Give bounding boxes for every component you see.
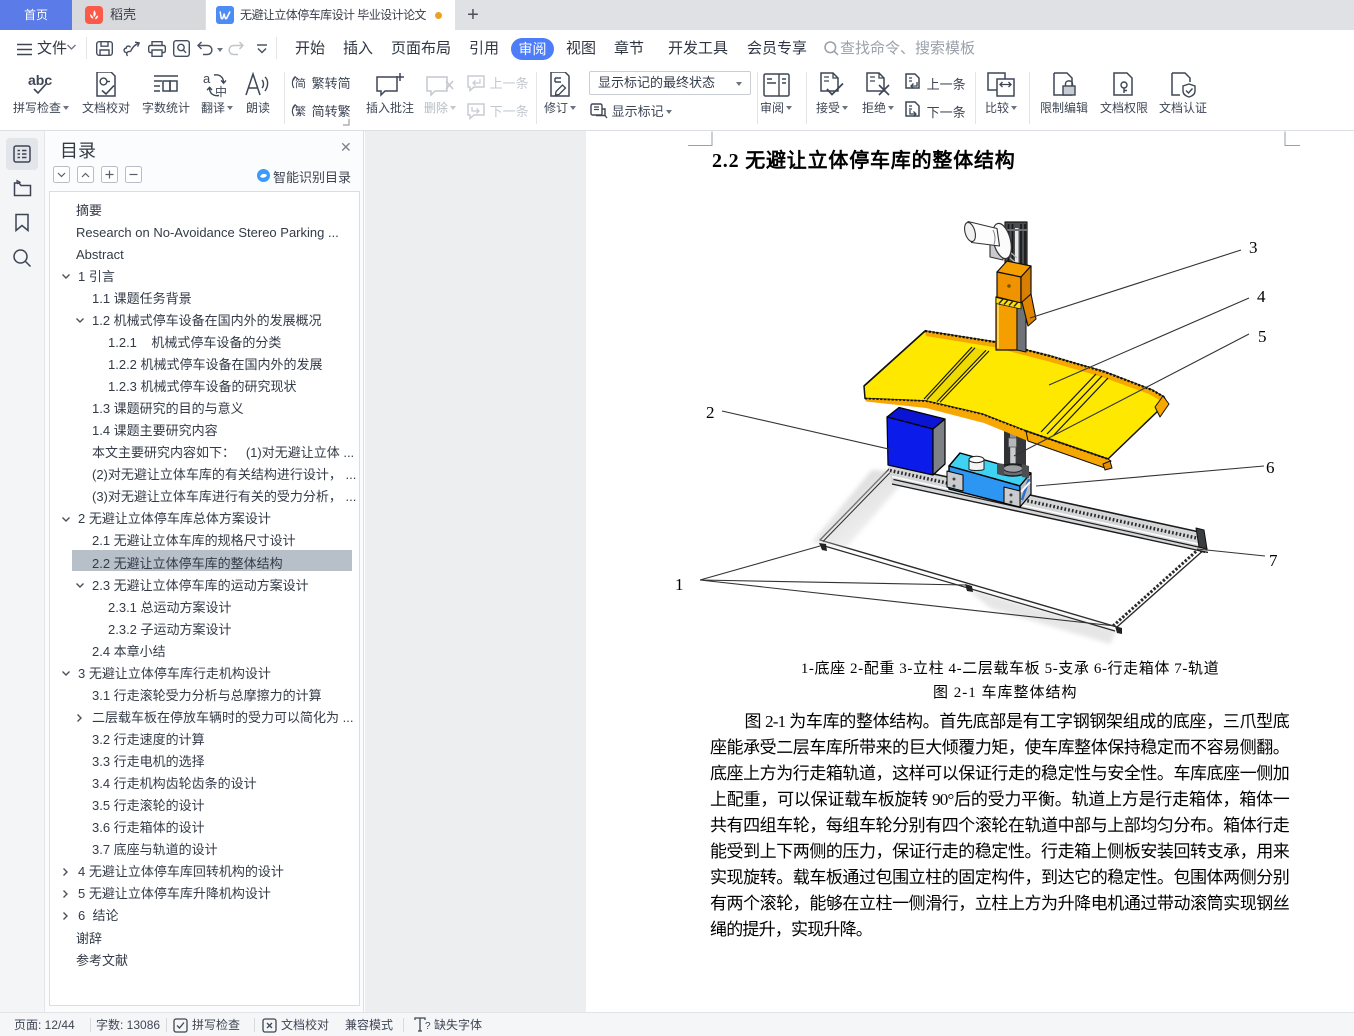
svg-text:中: 中 [215,84,227,98]
svg-text:2: 2 [706,403,715,422]
svg-text:?: ? [425,1021,431,1032]
svg-text:7: 7 [1269,551,1278,570]
svg-text:1: 1 [675,575,684,594]
svg-text:abc: abc [28,72,52,88]
svg-text:4: 4 [1257,287,1266,306]
svg-text:a: a [203,72,211,86]
svg-text:3: 3 [1249,238,1258,257]
svg-text:5: 5 [1258,327,1267,346]
svg-text:6: 6 [1266,458,1275,477]
